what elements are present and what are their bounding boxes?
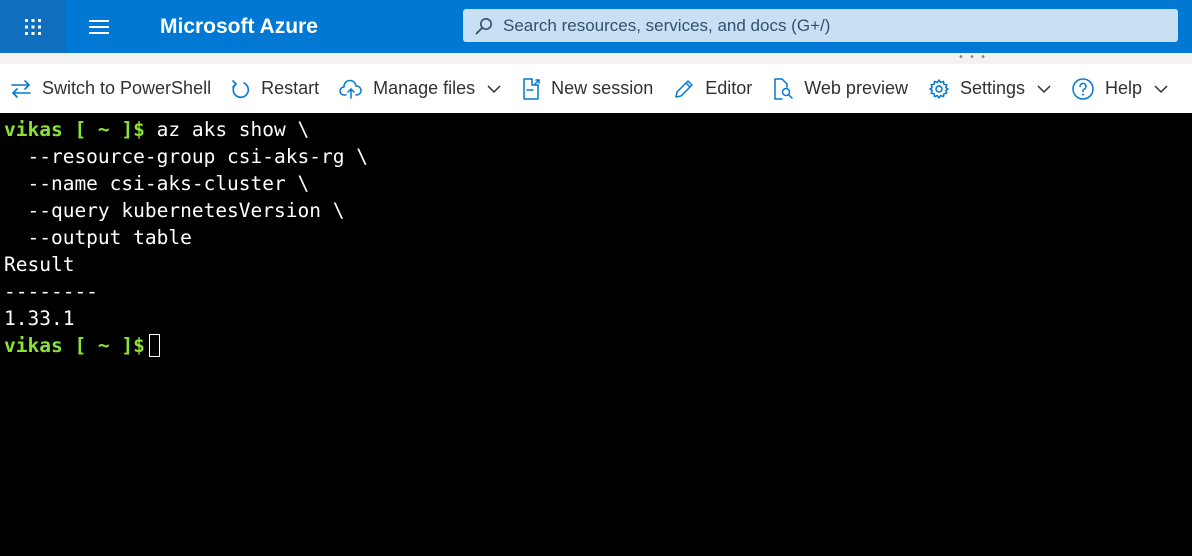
command-continuation: --output table xyxy=(4,226,192,249)
portal-header: Microsoft Azure xyxy=(0,0,1192,53)
shell-prompt: vikas [ ~ ]$ xyxy=(4,118,145,141)
shell-resize-handle[interactable]: • • • xyxy=(0,52,1192,64)
output-line: -------- xyxy=(4,280,98,303)
switch-to-powershell-button[interactable]: Switch to PowerShell xyxy=(10,71,211,107)
help-icon xyxy=(1072,77,1094,100)
portal-menu-button[interactable] xyxy=(66,0,132,53)
output-line: 1.33.1 xyxy=(4,307,75,330)
editor-label: Editor xyxy=(705,78,753,98)
app-launcher-button[interactable] xyxy=(0,0,66,53)
manage-files-label: Manage files xyxy=(373,78,476,98)
new-session-label: New session xyxy=(551,78,654,98)
help-dropdown[interactable]: Help xyxy=(1071,71,1168,107)
restart-label: Restart xyxy=(261,78,320,98)
cloud-upload-icon xyxy=(339,79,362,99)
chevron-down-icon xyxy=(1154,84,1168,93)
terminal-cursor xyxy=(148,334,160,357)
app-launcher-icon xyxy=(25,18,41,35)
search-input[interactable] xyxy=(503,15,1163,36)
editor-button[interactable]: Editor xyxy=(673,71,752,107)
web-preview-button[interactable]: Web preview xyxy=(772,71,908,107)
settings-dropdown[interactable]: Settings xyxy=(928,71,1051,107)
switch-arrows-icon xyxy=(11,79,31,98)
menu-icon xyxy=(89,19,109,34)
chevron-down-icon xyxy=(487,84,501,93)
new-session-icon xyxy=(523,77,540,100)
switch-to-powershell-label: Switch to PowerShell xyxy=(42,78,212,98)
active-prompt-line[interactable]: vikas [ ~ ]$ xyxy=(4,332,1192,359)
command-continuation: --name csi-aks-cluster \ xyxy=(4,172,310,195)
command-continuation: --query kubernetesVersion \ xyxy=(4,199,345,222)
cloud-shell-toolbar: Switch to PowerShell Restart Manage file… xyxy=(0,64,1192,113)
help-label: Help xyxy=(1105,78,1143,98)
command-line: vikas [ ~ ]$ az aks show \ xyxy=(4,116,1192,143)
terminal-output[interactable]: vikas [ ~ ]$ az aks show \ --resource-gr… xyxy=(0,113,1192,556)
search-icon xyxy=(475,17,492,34)
app-title[interactable]: Microsoft Azure xyxy=(160,15,463,39)
output-line: Result xyxy=(4,253,75,276)
restart-icon xyxy=(232,79,250,98)
settings-label: Settings xyxy=(959,78,1026,98)
command-continuation: --resource-group csi-aks-rg \ xyxy=(4,145,368,168)
command-text: az aks show \ xyxy=(144,118,310,141)
web-preview-icon xyxy=(774,77,793,100)
manage-files-dropdown[interactable]: Manage files xyxy=(339,71,501,107)
gear-icon xyxy=(929,78,949,99)
web-preview-label: Web preview xyxy=(804,78,908,98)
pencil-icon xyxy=(675,79,693,98)
new-session-button[interactable]: New session xyxy=(521,71,653,107)
chevron-down-icon xyxy=(1037,84,1051,93)
global-search-box[interactable] xyxy=(463,9,1178,42)
grip-dots-icon: • • • xyxy=(958,52,988,63)
restart-button[interactable]: Restart xyxy=(231,71,319,107)
shell-prompt: vikas [ ~ ]$ xyxy=(4,334,145,357)
